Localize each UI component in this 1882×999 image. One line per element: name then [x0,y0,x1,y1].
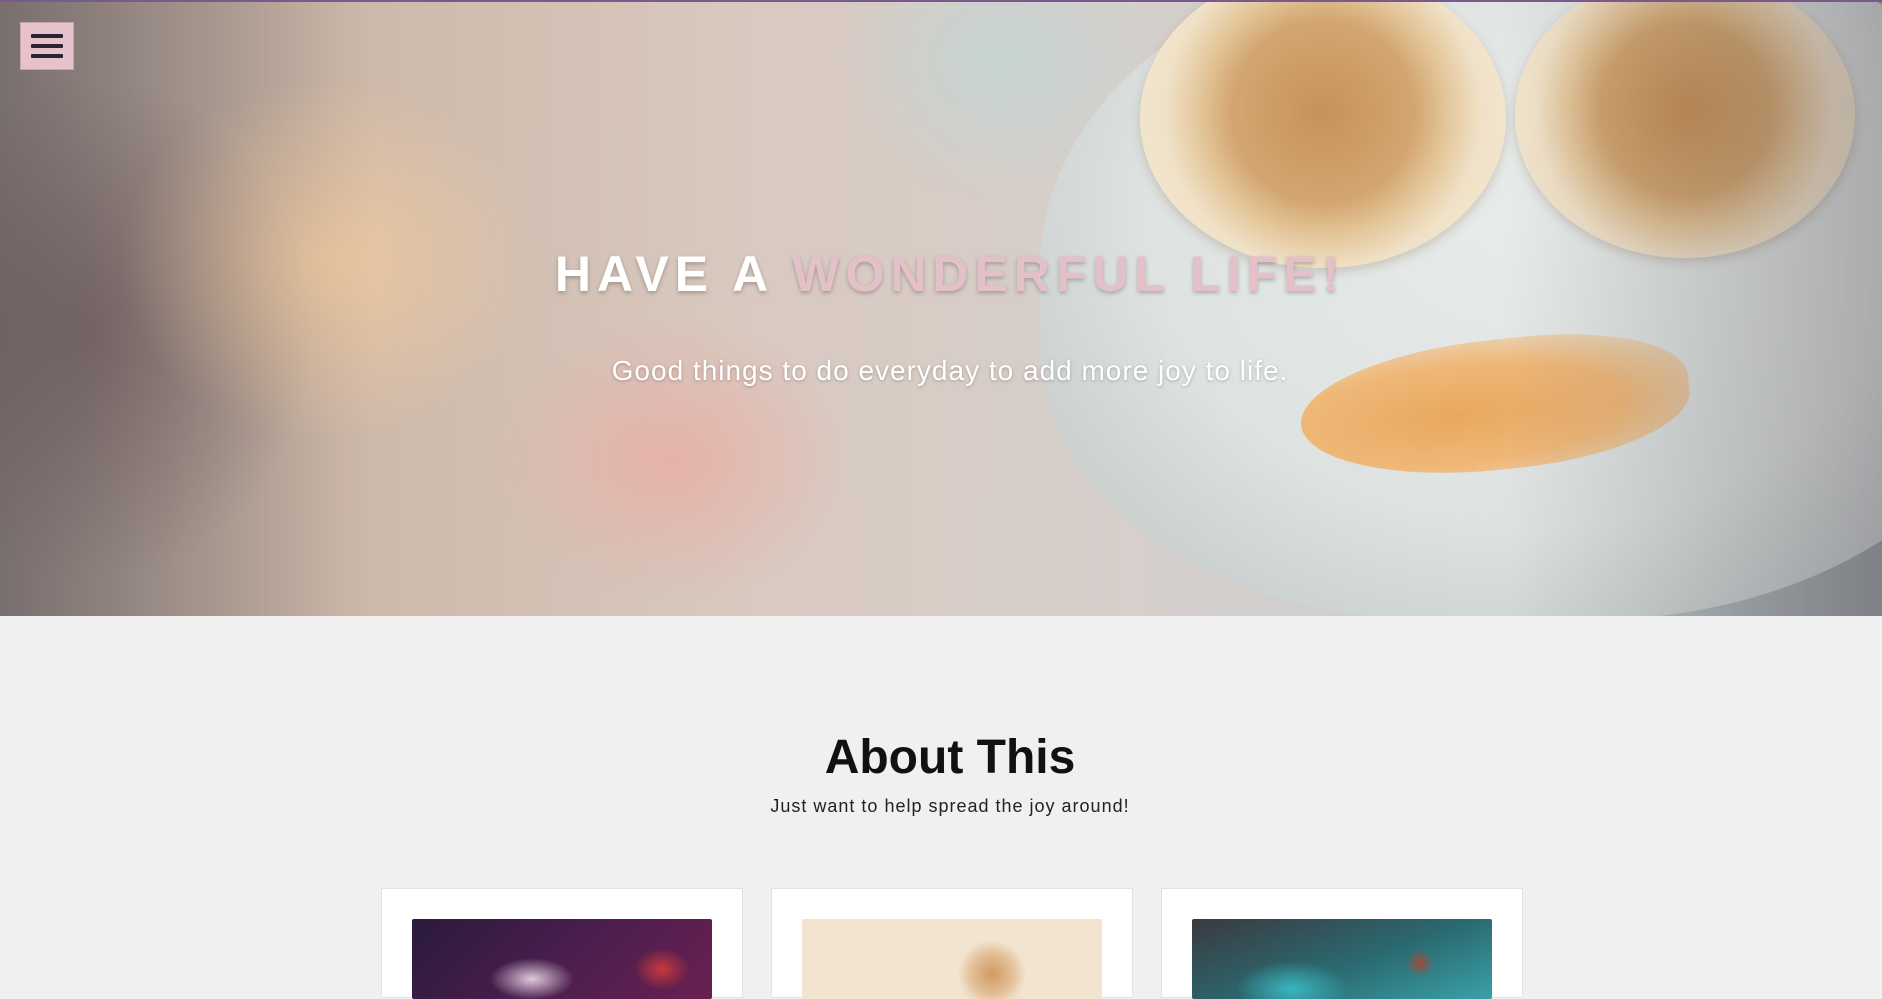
hero-subtitle: Good things to do everyday to add more j… [611,355,1289,386]
card-pancakes[interactable] [771,888,1133,999]
top-border [0,0,1882,2]
arcade-photo [1192,919,1492,999]
neon-sign-photo [412,919,712,999]
hamburger-menu-icon[interactable] [20,22,74,70]
card-arcade[interactable] [1161,888,1523,999]
card-neon[interactable] [381,888,743,999]
menu-bar-top [31,34,63,38]
hero-banner: HAVE A WONDERFUL LIFE! Good things to do… [0,0,1882,616]
about-title: About This [824,731,1076,784]
hero-title-accent: WONDERFUL LIFE! [792,246,1346,302]
pancakes-photo [802,919,1102,999]
menu-bar-middle [31,44,63,48]
hero-title: HAVE A WONDERFUL LIFE! [0,245,1882,303]
hero-overlay [0,0,1882,616]
hero-title-start: HAVE A [554,246,793,302]
about-subtitle: Just want to help spread the joy around! [770,796,1130,816]
menu-bar-bottom [31,54,63,58]
